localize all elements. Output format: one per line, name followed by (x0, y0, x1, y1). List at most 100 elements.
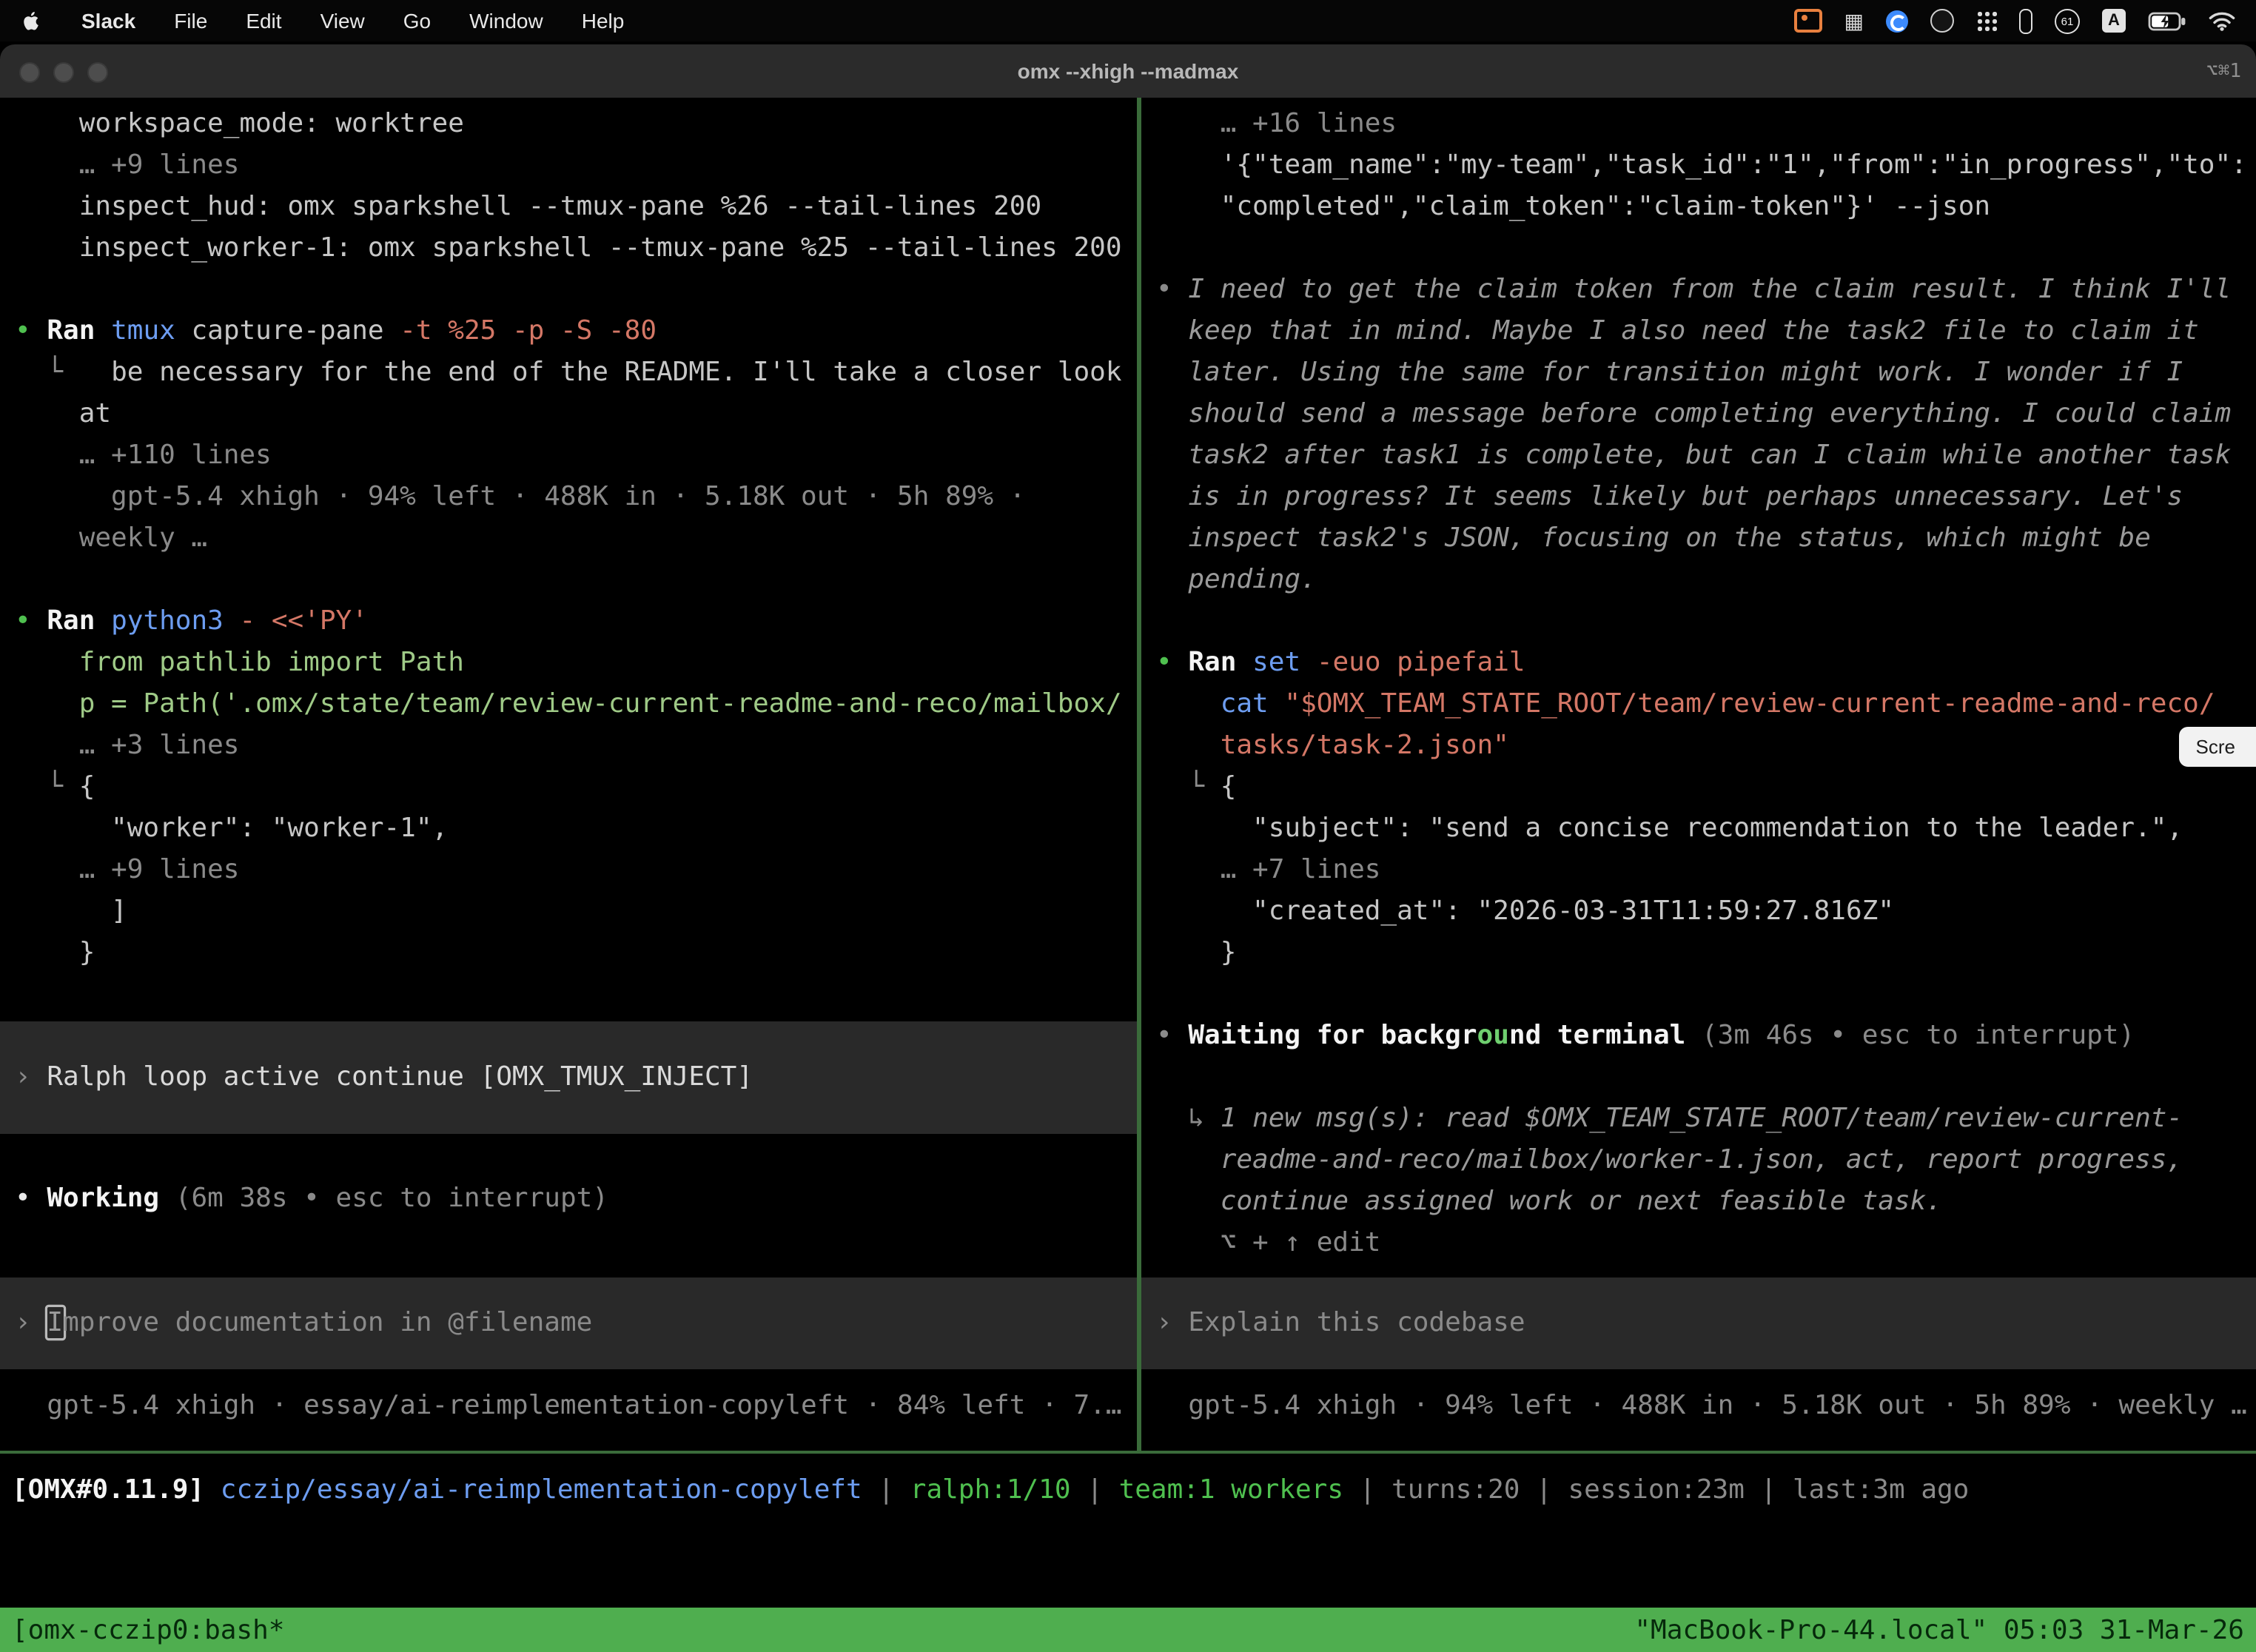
terminal-line: tasks/task-2.json" (1156, 725, 2256, 767)
terminal-line: "created_at": "2026-03-31T11:59:27.816Z" (1156, 891, 2256, 933)
terminal-line: workspace_mode: worktree (15, 104, 1137, 145)
menu-item-edit[interactable]: Edit (246, 9, 281, 33)
text-segment: Ran (1188, 647, 1252, 678)
menu-bar: Slack File Edit View Go Window Help ▦ 61… (0, 0, 2256, 41)
terminal-window: omx --xhigh --madmax ⌥⌘1 workspace_mode:… (0, 44, 2256, 1652)
minimize-window-button[interactable] (53, 62, 74, 83)
text-segment: task2 after task1 is complete, but can I… (1156, 440, 2231, 471)
text-segment: continue assigned work or next feasible … (1156, 1186, 1942, 1217)
text-segment: is in progress? It seems likely but perh… (1156, 481, 2183, 512)
text-segment: • (15, 1183, 47, 1214)
text-segment: | (1745, 1474, 1793, 1505)
text-segment: ⌥ + ↑ edit (1156, 1227, 1380, 1258)
terminal-line: • I need to get the claim token from the… (1156, 269, 2256, 311)
menu-item-file[interactable]: File (174, 9, 207, 33)
text-segment: • (1156, 647, 1188, 678)
terminal-line: } (15, 933, 1137, 974)
terminal-pane-left[interactable]: workspace_mode: worktree … +9 lines insp… (0, 98, 1137, 1451)
zoom-window-button[interactable] (87, 62, 108, 83)
explain-codebase-banner[interactable]: › Explain this codebase (1141, 1277, 2256, 1369)
right-pane-status-line: gpt-5.4 xhigh · 94% left · 488K in · 5.1… (1156, 1386, 2256, 1427)
text-segment: | (1343, 1474, 1391, 1505)
menu-item-go[interactable]: Go (403, 9, 431, 33)
text-segment: Ran (47, 315, 111, 346)
text-segment: ] (15, 896, 127, 927)
text-segment: (3m 46s • esc to interrupt) (1702, 1020, 2135, 1051)
menu-item-help[interactable]: Help (582, 9, 625, 33)
text-segment: tmux (111, 315, 191, 346)
dots-grid-menu-icon[interactable] (1976, 10, 1997, 31)
grid-menu-icon[interactable]: ▦ (1844, 10, 1864, 31)
text-segment: "subject": "send a concise recommendatio… (1156, 813, 2183, 844)
text-segment: › (15, 1307, 47, 1338)
battery-charging-icon[interactable] (2148, 11, 2186, 30)
terminal-line: later. Using the same for transition mig… (1156, 352, 2256, 394)
text-segment: { (1221, 771, 1237, 802)
terminal-line: … +3 lines (15, 725, 1137, 767)
terminal-line: } (1156, 933, 2256, 974)
text-segment: workspace_mode: worktree (15, 108, 464, 139)
pill-menu-icon[interactable] (2019, 8, 2032, 33)
terminal-line: task2 after task1 is complete, but can I… (1156, 435, 2256, 477)
terminal-line: cat "$OMX_TEAM_STATE_ROOT/team/review-cu… (1156, 684, 2256, 725)
battery-percent-circle-icon[interactable]: 61 (2055, 8, 2080, 33)
text-segment: session:23m (1568, 1474, 1744, 1505)
text-segment: capture-pane (191, 315, 400, 346)
apple-menu-icon[interactable] (21, 10, 43, 32)
text-segment: weekly … (15, 523, 207, 554)
active-app-name[interactable]: Slack (81, 9, 135, 33)
terminal-pane-right[interactable]: … +16 lines '{"team_name":"my-team","tas… (1141, 98, 2256, 1451)
text-segment: '{"team_name":"my-team","task_id":"1","f… (1156, 150, 2247, 181)
text-segment: (6m 38s • esc to interrupt) (175, 1183, 608, 1214)
close-window-button[interactable] (19, 62, 40, 83)
text-segment: { (79, 771, 95, 802)
dark-app-menu-icon[interactable] (1930, 9, 1954, 33)
terminal-line: "worker": "worker-1", (15, 808, 1137, 850)
text-segment: mprove documentation in @filename (63, 1307, 592, 1338)
tmux-session-window-label[interactable]: [omx-cczip0:bash* (12, 1614, 284, 1645)
screenshot-notification[interactable]: Scre (2180, 727, 2256, 767)
terminal-line (1156, 228, 2256, 269)
terminal-line: pending. (1156, 560, 2256, 601)
text-segment: inspect_worker-1: omx sparkshell --tmux-… (15, 232, 1122, 263)
terminal-line: "completed","claim_token":"claim-token"}… (1156, 187, 2256, 228)
terminal-line: ↳ 1 new msg(s): read $OMX_TEAM_STATE_ROO… (1156, 1098, 2256, 1140)
terminal-line: inspect task2's JSON, focusing on the st… (1156, 518, 2256, 560)
blue-app-menu-icon[interactable] (1886, 10, 1908, 32)
terminal-line: weekly … (15, 518, 1137, 560)
text-segment: cat (1156, 688, 1284, 719)
text-segment: nd terminal (1509, 1020, 1702, 1051)
terminal-line: from pathlib import Path (15, 642, 1137, 684)
window-title-bar[interactable]: omx --xhigh --madmax ⌥⌘1 (0, 44, 2256, 98)
text-segment: team:1 workers (1119, 1474, 1343, 1505)
wifi-icon[interactable] (2209, 10, 2235, 31)
terminal-line: gpt-5.4 xhigh · 94% left · 488K in · 5.1… (15, 477, 1137, 518)
text-segment: I need to get the claim token from the c… (1188, 274, 2231, 305)
text-segment: Ran (47, 605, 111, 637)
tmux-hostname-clock-label: "MacBook-Pro-44.local" 05:03 31-Mar-26 (1634, 1614, 2244, 1645)
menu-item-window[interactable]: Window (469, 9, 543, 33)
text-segment: Explain this codebase (1188, 1307, 1525, 1338)
menu-item-view[interactable]: View (320, 9, 365, 33)
text-segment: -t %25 -p -S -80 (400, 315, 657, 346)
text-segment: I (47, 1307, 63, 1338)
text-segment: from pathlib import Path (15, 647, 464, 678)
right-pane-scrollback: … +16 lines '{"team_name":"my-team","tas… (1156, 104, 2256, 1264)
ralph-loop-banner: › Ralph loop active continue [OMX_TMUX_I… (0, 1021, 1137, 1134)
window-title: omx --xhigh --madmax (1018, 59, 1239, 83)
terminal-line: └ be necessary for the end of the README… (15, 352, 1137, 394)
terminal-line (1156, 1057, 2256, 1098)
text-segment: Working (47, 1183, 175, 1214)
text-segment: readme-and-reco/mailbox/worker-1.json, a… (1156, 1144, 2183, 1175)
prompt-input-banner[interactable]: › Improve documentation in @filename (0, 1277, 1137, 1369)
terminal-line: is in progress? It seems likely but perh… (1156, 477, 2256, 518)
text-segment: } (1156, 937, 1236, 968)
text-segment: | (1071, 1474, 1119, 1505)
text-segment: … +9 lines (15, 854, 239, 885)
input-source-icon[interactable]: A (2102, 9, 2126, 33)
text-segment: tasks/task-2.json" (1156, 730, 1509, 761)
terminal-line: inspect_hud: omx sparkshell --tmux-pane … (15, 187, 1137, 228)
terminal-line: … +9 lines (15, 850, 1137, 891)
text-segment: should send a message before completing … (1156, 398, 2231, 429)
screen-recording-indicator-icon[interactable] (1794, 9, 1822, 33)
